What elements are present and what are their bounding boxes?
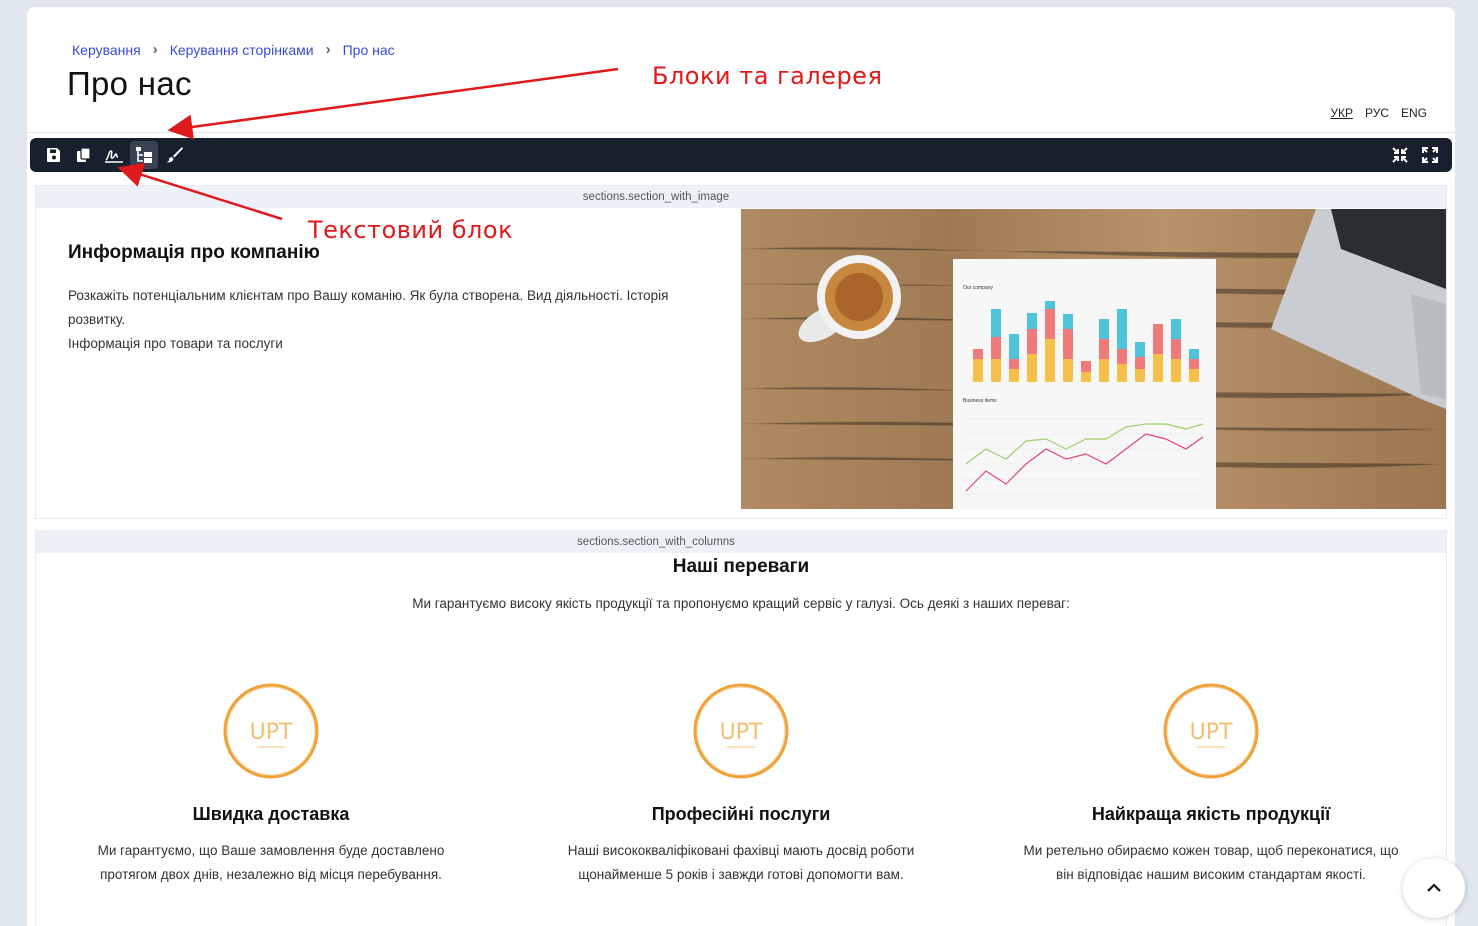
svg-text:UPT: UPT bbox=[1190, 720, 1233, 745]
text-block-button[interactable] bbox=[100, 141, 128, 169]
feature-text: Ми ретельно обираємо кожен товар, щоб пе… bbox=[1023, 843, 1399, 882]
advantages-subtitle: Ми гарантуємо високу якість продукції та… bbox=[412, 596, 1070, 611]
save-icon bbox=[47, 148, 60, 162]
chevron-up-icon bbox=[1427, 883, 1441, 892]
company-info-text: Розкажіть потенціальним клієнтам про Ваш… bbox=[68, 288, 669, 327]
upt-badge-icon: UPT bbox=[693, 683, 789, 779]
feature-text: Наші висококваліфіковані фахівці мають д… bbox=[567, 843, 915, 882]
lang-rus[interactable]: РУС bbox=[1365, 106, 1389, 120]
blocks-gallery-button[interactable] bbox=[130, 141, 158, 169]
annotation-text-block: Текстовий блок bbox=[308, 216, 514, 244]
feature-title: Найкраща якість продукції bbox=[1091, 804, 1331, 824]
section-with-image[interactable]: sections.section_with_image Информація п… bbox=[35, 185, 1447, 519]
svg-text:UPT: UPT bbox=[720, 720, 763, 745]
section-label: sections.section_with_columns bbox=[36, 531, 1446, 553]
feature-item: UPT Найкраща якість продукції Ми ретельн… bbox=[976, 681, 1446, 887]
chevron-right-icon: › bbox=[325, 41, 331, 58]
breadcrumb: Керування › Керування сторінками › Про н… bbox=[72, 41, 395, 58]
svg-text:UPT: UPT bbox=[250, 720, 293, 745]
annotation-blocks: Блоки та галерея bbox=[652, 62, 883, 90]
upt-badge-icon: UPT bbox=[1163, 683, 1259, 779]
editor-toolbar bbox=[30, 138, 1452, 172]
company-info-heading: Информація про компанію bbox=[68, 242, 320, 263]
language-switcher: УКР РУС ENG bbox=[1330, 106, 1427, 120]
brush-icon bbox=[166, 147, 183, 163]
features-list: UPT Швидка доставка Ми гарантуємо, що Ва… bbox=[36, 681, 1446, 887]
signature-icon bbox=[105, 150, 123, 163]
style-button[interactable] bbox=[160, 141, 188, 169]
photo-chart2-title: Business items bbox=[963, 398, 997, 404]
feature-title: Швидка доставка bbox=[192, 804, 350, 824]
lang-eng[interactable]: ENG bbox=[1401, 106, 1427, 120]
upt-badge-icon: UPT bbox=[223, 683, 319, 779]
breadcrumb-pages[interactable]: Керування сторінками bbox=[170, 42, 314, 58]
collapse-button[interactable] bbox=[1386, 141, 1414, 169]
feature-title: Професійні послуги bbox=[651, 804, 831, 824]
products-info-text: Інформація про товари та послуги bbox=[68, 336, 283, 351]
scroll-top-button[interactable] bbox=[1403, 858, 1465, 918]
expand-icon bbox=[1422, 147, 1438, 163]
text-block[interactable]: Информація про компанію Розкажіть потенц… bbox=[68, 242, 708, 356]
feature-item: UPT Професійні послуги Наші висококваліф… bbox=[506, 681, 976, 887]
page-title: Про нас bbox=[67, 65, 192, 102]
lang-ukr[interactable]: УКР bbox=[1330, 106, 1353, 120]
copy-button[interactable] bbox=[70, 141, 98, 169]
chevron-right-icon: › bbox=[152, 41, 158, 58]
section-photo: Our company Business items bbox=[741, 209, 1446, 509]
breadcrumb-current[interactable]: Про нас bbox=[343, 42, 395, 58]
blocks-tree-icon bbox=[136, 147, 152, 163]
feature-text: Ми гарантуємо, що Ваше замовлення буде д… bbox=[97, 843, 445, 882]
section-label: sections.section_with_image bbox=[36, 186, 1446, 208]
copy-icon bbox=[77, 147, 91, 162]
compress-icon bbox=[1392, 147, 1408, 163]
advantages-heading: Наші переваги bbox=[672, 556, 810, 577]
section-with-columns[interactable]: sections.section_with_columns Наші перев… bbox=[35, 530, 1447, 926]
fullscreen-button[interactable] bbox=[1416, 141, 1444, 169]
content-card: Керування › Керування сторінками › Про н… bbox=[27, 7, 1455, 926]
breadcrumb-management[interactable]: Керування bbox=[72, 42, 141, 58]
save-button[interactable] bbox=[40, 141, 68, 169]
feature-item: UPT Швидка доставка Ми гарантуємо, що Ва… bbox=[36, 681, 506, 887]
photo-chart-title: Our company bbox=[963, 285, 994, 291]
divider bbox=[27, 132, 1455, 133]
